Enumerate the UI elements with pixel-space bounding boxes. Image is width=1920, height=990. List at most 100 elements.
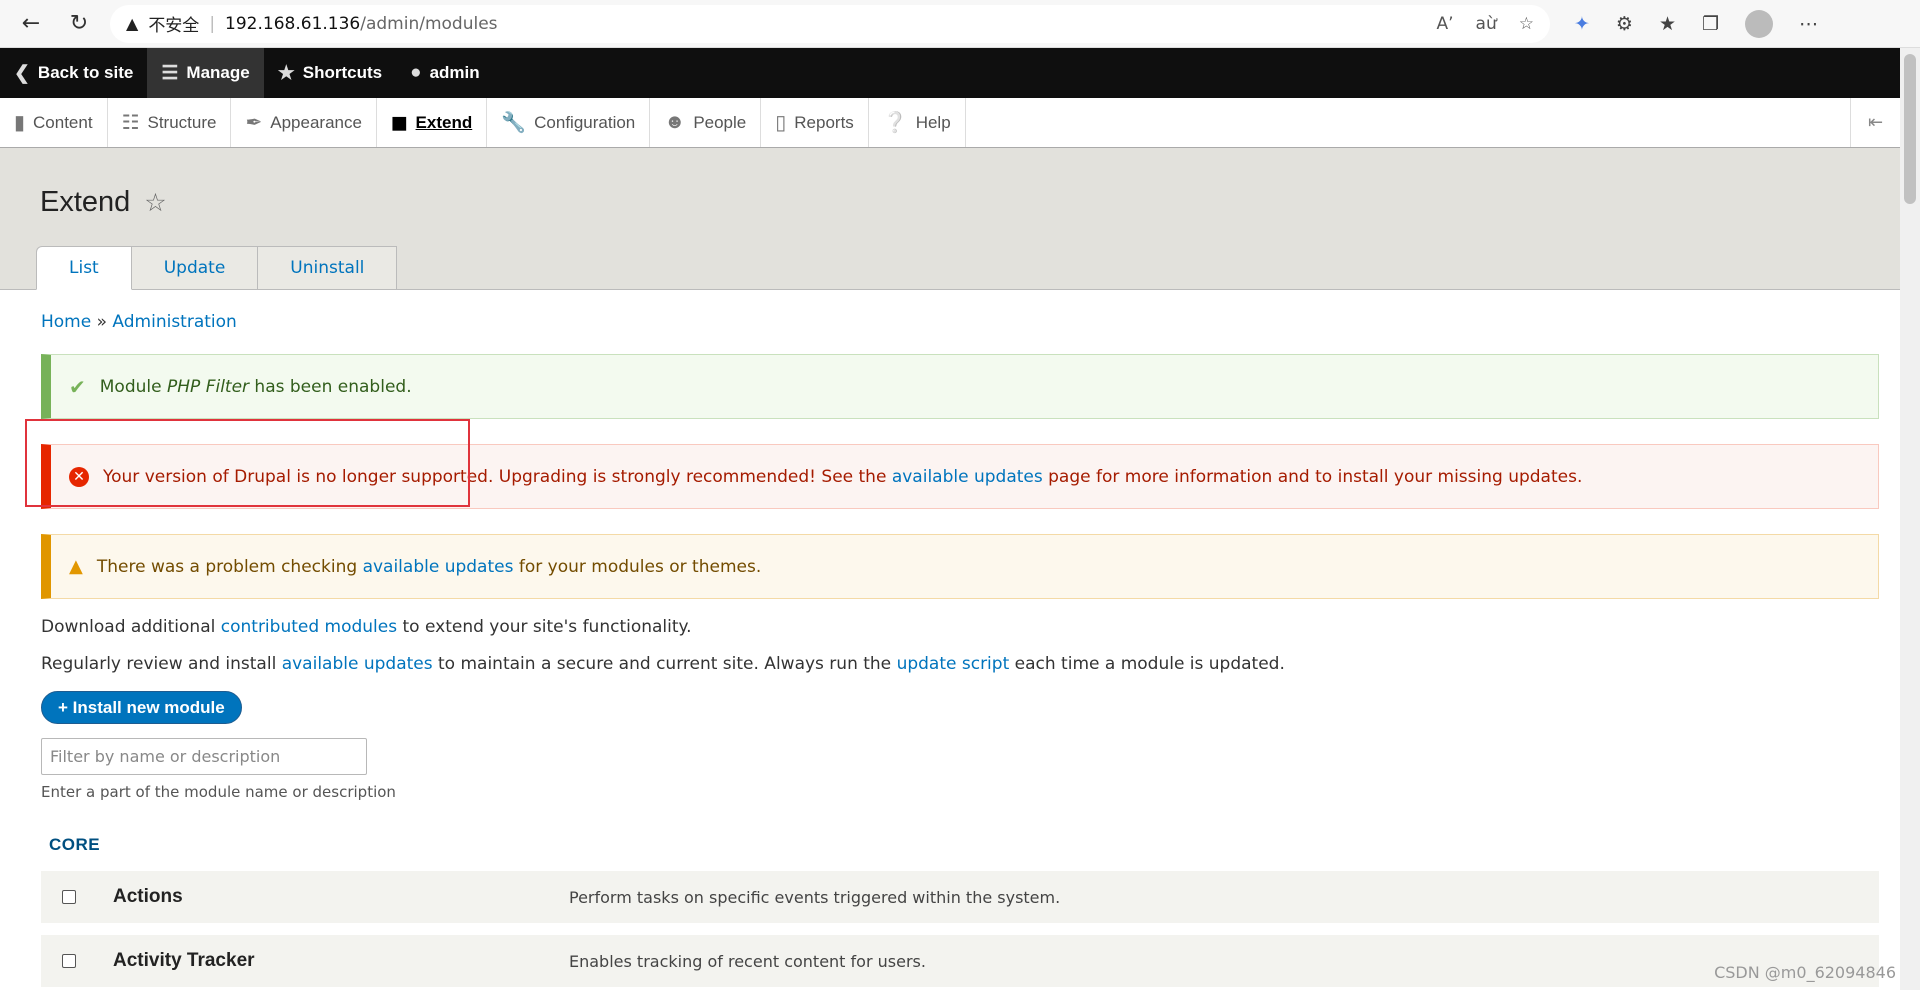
- shortcuts-label: Shortcuts: [302, 63, 383, 82]
- contributed-modules-link[interactable]: contributed modules: [221, 617, 397, 637]
- intro-paragraph-download: Download additional contributed modules …: [41, 617, 692, 637]
- collapse-tray-icon[interactable]: ⇤: [1850, 98, 1900, 147]
- module-checkbox[interactable]: [62, 890, 76, 904]
- tray-item-label: Help: [915, 112, 951, 132]
- url-path: /admin/modules: [360, 13, 498, 34]
- user-label: admin: [429, 63, 480, 82]
- more-menu-icon[interactable]: ⋯: [1799, 13, 1818, 35]
- status-message: ✔ Module PHP Filter has been enabled.: [41, 354, 1879, 419]
- security-label: 不安全: [148, 16, 200, 36]
- tab-list[interactable]: List: [36, 246, 132, 290]
- warning-icon: ▲: [126, 14, 139, 33]
- tray-item-label: Reports: [794, 112, 854, 132]
- extension-icon[interactable]: ✦: [1574, 13, 1590, 35]
- error-message-text: Your version of Drupal is no longer supp…: [103, 466, 1583, 487]
- browser-toolbar: ← ↻ ▲ 不安全 | 192.168.61.136/admin/modules…: [0, 0, 1920, 48]
- module-checkbox[interactable]: [62, 954, 76, 968]
- puzzle-icon: ◼: [390, 112, 408, 134]
- document-icon: ▮: [14, 112, 26, 134]
- status-message-text: Module PHP Filter has been enabled.: [99, 376, 412, 397]
- add-shortcut-star-icon[interactable]: ☆: [144, 188, 166, 218]
- address-bar[interactable]: ▲ 不安全 | 192.168.61.136/admin/modules A’ …: [110, 4, 1550, 43]
- intro-paragraph-updates: Regularly review and install available u…: [41, 654, 1285, 674]
- user-icon: ●: [410, 62, 422, 83]
- back-to-site-link[interactable]: ❮ Back to site: [0, 48, 147, 98]
- available-updates-link[interactable]: available updates: [892, 467, 1043, 487]
- module-description: Enables tracking of recent content for u…: [569, 951, 926, 971]
- url-host: 192.168.61.136: [225, 13, 361, 34]
- read-aloud-icon[interactable]: A’: [1437, 14, 1454, 34]
- breadcrumb-administration[interactable]: Administration: [112, 312, 236, 332]
- tray-item-people[interactable]: ☻ People: [650, 98, 762, 147]
- install-new-module-button[interactable]: + Install new module: [41, 691, 242, 724]
- checkmark-icon: ✔: [69, 374, 86, 399]
- add-favorite-icon[interactable]: ☆: [1519, 14, 1534, 34]
- tray-item-extend[interactable]: ◼ Extend: [377, 98, 488, 147]
- tray-item-label: People: [693, 112, 747, 132]
- main-content: Home » Administration ✔ Module PHP Filte…: [0, 312, 1920, 987]
- filter-input[interactable]: Filter by name or description: [41, 738, 367, 775]
- error-message: ✕ Your version of Drupal is no longer su…: [41, 444, 1879, 509]
- page-title-text: Extend: [40, 186, 131, 218]
- module-name[interactable]: Activity Tracker: [113, 950, 569, 972]
- tab-update[interactable]: Update: [131, 246, 259, 290]
- scrollbar-thumb[interactable]: [1904, 54, 1916, 204]
- address-divider: |: [209, 13, 216, 34]
- people-icon: ☻: [664, 111, 686, 133]
- tray-item-label: Appearance: [270, 112, 362, 132]
- warning-message: ▲ There was a problem checking available…: [41, 534, 1879, 599]
- module-description: Perform tasks on specific events trigger…: [569, 887, 1061, 907]
- help-icon: ❔: [882, 112, 908, 134]
- back-to-site-label: Back to site: [37, 63, 134, 82]
- wrench-icon: 🔧: [501, 112, 527, 134]
- admin-toolbar: ❮ Back to site ☰ Manage ★ Shortcuts ● ad…: [0, 48, 1920, 98]
- tray-item-structure[interactable]: ☷ Structure: [108, 98, 232, 147]
- profile-avatar[interactable]: [1745, 9, 1774, 38]
- watermark: CSDN @m0_62094846: [1714, 963, 1896, 982]
- error-x-icon: ✕: [69, 466, 89, 487]
- manage-label: Manage: [186, 63, 250, 82]
- update-script-link[interactable]: update script: [897, 654, 1010, 674]
- filter-description: Enter a part of the module name or descr…: [41, 783, 396, 801]
- page-header: Extend ☆ List Update Uninstall: [0, 148, 1920, 290]
- star-icon: ★: [277, 62, 295, 84]
- back-arrow-icon[interactable]: ←: [14, 7, 48, 41]
- paintbrush-icon: ✒: [245, 112, 263, 134]
- collections-icon[interactable]: ❐: [1702, 13, 1719, 35]
- tray-item-label: Content: [33, 112, 93, 132]
- favorites-icon[interactable]: ★: [1659, 13, 1676, 35]
- module-name[interactable]: Actions: [113, 886, 569, 908]
- bar-chart-icon: ▯: [775, 112, 787, 134]
- primary-tabs: List Update Uninstall: [36, 246, 398, 290]
- manage-tab[interactable]: ☰ Manage: [147, 48, 264, 98]
- back-circle-icon: ❮: [14, 62, 30, 84]
- translate-icon[interactable]: aừ: [1476, 14, 1497, 34]
- warning-triangle-icon: ▲: [69, 556, 83, 577]
- tray-item-configuration[interactable]: 🔧 Configuration: [487, 98, 651, 147]
- admin-tray: ▮ Content ☷ Structure ✒ Appearance ◼ Ext…: [0, 98, 1920, 148]
- sitemap-icon: ☷: [121, 112, 140, 134]
- breadcrumb: Home » Administration: [41, 312, 1879, 332]
- breadcrumb-home[interactable]: Home: [41, 312, 91, 332]
- tray-item-appearance[interactable]: ✒ Appearance: [231, 98, 377, 147]
- tray-item-label: Configuration: [534, 112, 636, 132]
- module-row: Activity Tracker Enables tracking of rec…: [41, 935, 1879, 987]
- available-updates-link[interactable]: available updates: [282, 654, 433, 674]
- tray-item-reports[interactable]: ▯ Reports: [761, 98, 869, 147]
- tray-item-content[interactable]: ▮ Content: [0, 98, 108, 147]
- tray-item-label: Extend: [415, 112, 473, 132]
- warning-message-text: There was a problem checking available u…: [96, 556, 762, 577]
- module-row: Actions Perform tasks on specific events…: [41, 871, 1879, 923]
- core-section-toggle[interactable]: CORE: [49, 835, 1879, 855]
- extensions-puzzle-icon[interactable]: ⚙: [1616, 13, 1633, 35]
- tab-uninstall[interactable]: Uninstall: [258, 246, 398, 290]
- breadcrumb-separator: »: [96, 312, 108, 332]
- page-scrollbar[interactable]: [1900, 48, 1920, 990]
- tray-item-help[interactable]: ❔ Help: [869, 98, 966, 147]
- available-updates-link[interactable]: available updates: [363, 557, 514, 577]
- user-tab[interactable]: ● admin: [396, 48, 494, 98]
- shortcuts-tab[interactable]: ★ Shortcuts: [264, 48, 396, 98]
- refresh-icon[interactable]: ↻: [62, 7, 96, 41]
- page-title: Extend ☆: [40, 186, 167, 219]
- hamburger-icon: ☰: [161, 62, 179, 84]
